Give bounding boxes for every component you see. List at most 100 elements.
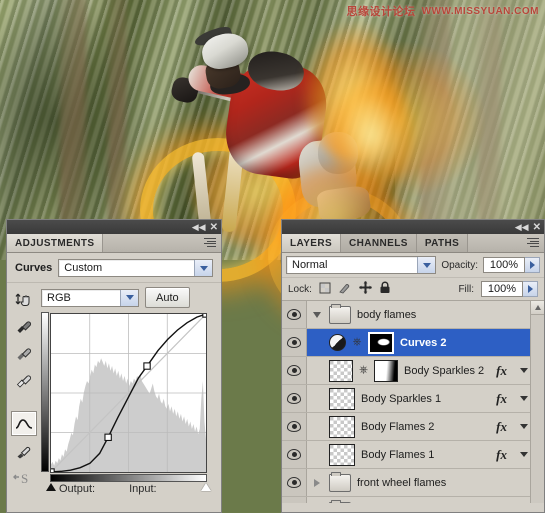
group-disclosure-triangle[interactable] — [311, 478, 323, 487]
white-input-slider[interactable] — [201, 483, 211, 491]
layer-row[interactable]: ⎈ Body Sparkles 2 fx — [282, 357, 544, 385]
layer-row[interactable]: front wheel flames — [282, 469, 544, 497]
eye-icon — [287, 337, 301, 348]
chevron-down-icon[interactable] — [194, 260, 212, 276]
layer-visibility-toggle[interactable] — [282, 385, 307, 412]
close-icon[interactable]: ✕ — [210, 222, 218, 232]
black-point-eyedropper[interactable] — [11, 314, 37, 339]
effects-disclosure-icon[interactable] — [520, 368, 528, 373]
layer-thumbnail[interactable] — [329, 415, 355, 438]
layer-thumbnail[interactable] — [329, 359, 353, 382]
folder-icon — [329, 303, 351, 324]
effects-disclosure-icon[interactable] — [520, 396, 528, 401]
fill-flyout-icon[interactable] — [523, 281, 538, 297]
output-gradient-ramp — [41, 312, 49, 472]
layer-visibility-toggle[interactable] — [282, 469, 307, 496]
eye-icon — [287, 309, 301, 320]
channel-value: RGB — [47, 291, 71, 304]
link-mask-icon[interactable]: ⎈ — [359, 363, 368, 378]
opacity-value[interactable]: 100% — [483, 257, 525, 273]
group-disclosure-triangle[interactable] — [311, 311, 323, 318]
curves-graph[interactable] — [46, 313, 211, 491]
layer-name: body flames — [357, 308, 417, 321]
layer-row[interactable]: body flames — [282, 301, 544, 329]
layer-list: body flames ⎈ Curves 2 ⎈ Body Sparkles 2 fx Bo… — [282, 301, 544, 503]
layer-row[interactable]: ⎈ Curves 2 — [282, 329, 544, 357]
chevron-down-icon[interactable] — [417, 257, 436, 273]
layer-visibility-toggle[interactable] — [282, 441, 307, 468]
chevron-down-icon[interactable] — [120, 289, 138, 306]
collapse-icon[interactable]: ◀◀ — [192, 222, 206, 232]
lock-label: Lock: — [288, 283, 312, 295]
channel-dropdown[interactable]: RGB — [41, 288, 139, 307]
layer-visibility-toggle[interactable] — [282, 357, 307, 384]
layer-visibility-toggle[interactable] — [282, 301, 307, 328]
curves-preset-row: Curves Custom — [7, 253, 221, 283]
adjustments-titlebar[interactable]: ◀◀ ✕ — [7, 220, 221, 234]
layer-row[interactable]: arm flames — [282, 497, 544, 503]
layer-effects-icon[interactable]: fx — [496, 419, 507, 435]
eye-icon — [287, 365, 301, 376]
layer-row[interactable]: Body Flames 2 fx — [282, 413, 544, 441]
layer-row[interactable]: Body Sparkles 1 fx — [282, 385, 544, 413]
layer-effects-icon[interactable]: fx — [496, 363, 507, 379]
preset-value: Custom — [64, 262, 103, 274]
opacity-stepper[interactable]: 100% — [483, 257, 540, 273]
on-image-adjustment-tool[interactable] — [11, 287, 37, 312]
white-point-eyedropper[interactable] — [11, 368, 37, 393]
layer-mask-thumbnail[interactable] — [368, 331, 394, 354]
layer-effects-icon[interactable]: fx — [496, 391, 507, 407]
close-icon[interactable]: ✕ — [533, 222, 541, 232]
panel-menu-icon[interactable] — [204, 238, 216, 247]
layer-visibility-toggle[interactable] — [282, 413, 307, 440]
lock-position-icon[interactable] — [358, 281, 372, 297]
effects-disclosure-icon[interactable] — [520, 452, 528, 457]
input-gradient-ramp — [50, 474, 207, 482]
layer-visibility-toggle[interactable] — [282, 329, 307, 356]
layers-tab-row: LAYERS CHANNELS PATHS — [282, 234, 544, 253]
gray-point-eyedropper[interactable] — [11, 341, 37, 366]
auto-button[interactable]: Auto — [145, 287, 190, 308]
smooth-curve-button[interactable]: S — [11, 465, 37, 490]
fill-value[interactable]: 100% — [481, 281, 523, 297]
layer-row[interactable]: Body Flames 1 fx — [282, 441, 544, 469]
preset-dropdown[interactable]: Custom — [58, 259, 213, 277]
link-mask-icon[interactable]: ⎈ — [352, 335, 362, 350]
channel-row: RGB Auto — [41, 287, 213, 308]
layers-scrollbar[interactable] — [530, 301, 544, 503]
fill-stepper[interactable]: 100% — [481, 281, 538, 297]
lock-transparent-pixels-icon[interactable] — [319, 282, 331, 297]
opacity-label: Opacity: — [441, 259, 478, 271]
watermark-url: WWW.MISSYUAN.COM — [421, 5, 539, 17]
eye-icon — [287, 477, 301, 488]
layer-visibility-toggle[interactable] — [282, 497, 307, 503]
black-input-slider[interactable] — [46, 483, 56, 491]
eye-icon — [287, 393, 301, 404]
lock-all-icon[interactable] — [379, 281, 391, 297]
edit-points-curve-tool[interactable] — [11, 411, 37, 436]
collapse-icon[interactable]: ◀◀ — [515, 222, 529, 232]
tab-channels[interactable]: CHANNELS — [341, 234, 417, 252]
curve-control-points[interactable] — [51, 314, 206, 472]
blend-mode-row: Normal Opacity: 100% — [282, 253, 544, 278]
lock-image-pixels-icon[interactable] — [338, 282, 352, 297]
layers-titlebar[interactable]: ◀◀ ✕ — [282, 220, 544, 234]
scroll-up-icon[interactable] — [531, 301, 544, 315]
tab-adjustments[interactable]: ADJUSTMENTS — [7, 234, 104, 252]
layer-mask-thumbnail[interactable] — [374, 359, 399, 382]
curves-tool-strip: S — [7, 283, 41, 495]
tab-paths[interactable]: PATHS — [416, 234, 469, 252]
effects-disclosure-icon[interactable] — [520, 424, 528, 429]
pencil-draw-curve-tool[interactable] — [11, 438, 37, 463]
layer-name: Curves 2 — [400, 336, 447, 349]
panel-menu-icon[interactable] — [527, 238, 539, 247]
opacity-flyout-icon[interactable] — [525, 257, 540, 273]
layer-thumbnail[interactable] — [329, 387, 355, 410]
tab-layers[interactable]: LAYERS — [282, 234, 342, 252]
fill-label: Fill: — [458, 283, 474, 295]
layer-name: Body Flames 1 — [361, 448, 435, 461]
layer-thumbnail[interactable] — [329, 443, 355, 466]
layer-effects-icon[interactable]: fx — [496, 447, 507, 463]
curves-adjustment-icon — [329, 334, 346, 351]
blend-mode-dropdown[interactable]: Normal — [286, 256, 437, 274]
